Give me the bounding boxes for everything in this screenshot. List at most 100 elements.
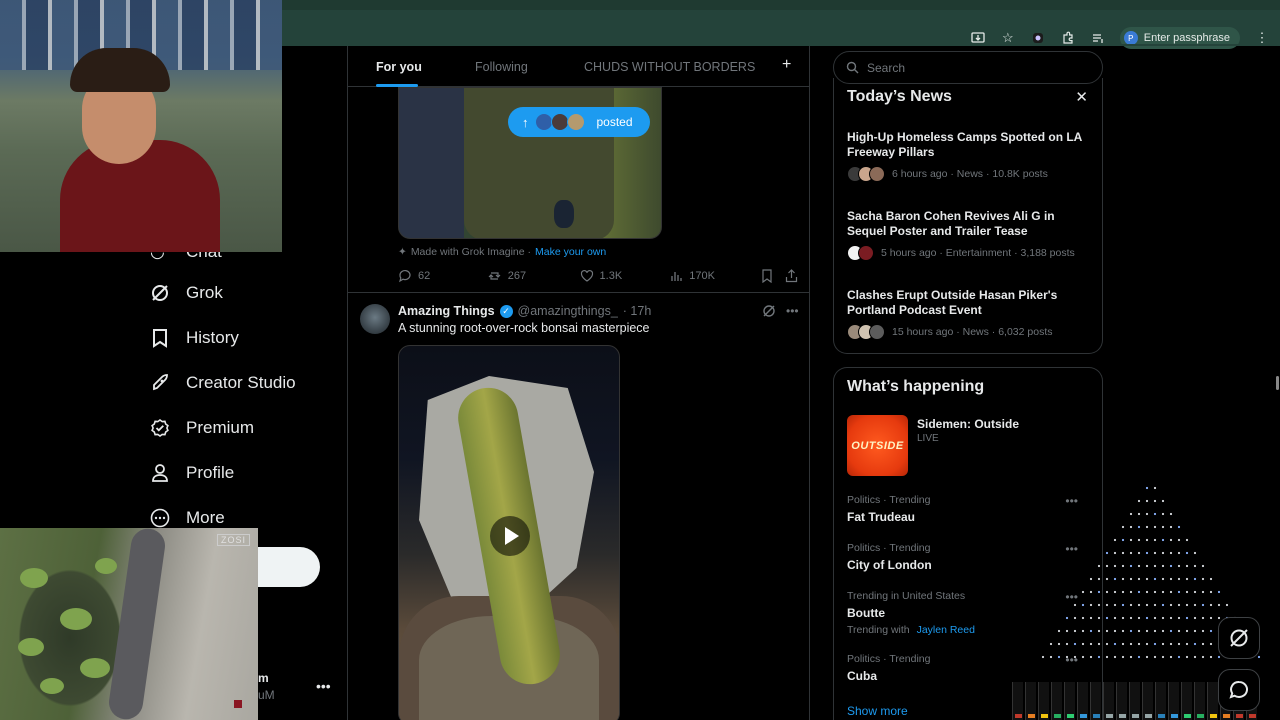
visualizer-dot bbox=[1081, 616, 1085, 620]
nav-item-profile[interactable]: Profile bbox=[150, 463, 234, 483]
visualizer-dot bbox=[1073, 616, 1077, 620]
news-title: Today’s News bbox=[847, 88, 952, 105]
visualizer-dot bbox=[1137, 616, 1141, 620]
new-posts-pill[interactable]: ↑ posted bbox=[508, 107, 650, 137]
meter-bar bbox=[1038, 682, 1049, 720]
visualizer-dot bbox=[1121, 564, 1125, 568]
show-more-link[interactable]: Show more bbox=[847, 704, 908, 718]
news-headline: Clashes Erupt Outside Hasan Piker's Port… bbox=[847, 288, 1058, 317]
trending-with-label: Trending with bbox=[847, 624, 910, 636]
visualizer-dot bbox=[1105, 655, 1109, 659]
bookmark-post-icon[interactable] bbox=[761, 268, 785, 284]
close-icon[interactable]: ✕ bbox=[1075, 88, 1088, 106]
visualizer-dot bbox=[1201, 642, 1205, 646]
reply-button[interactable]: 62 bbox=[398, 268, 488, 284]
nav-item-creator-studio[interactable]: Creator Studio bbox=[150, 373, 296, 393]
visualizer-dot bbox=[1113, 577, 1117, 581]
event-name[interactable]: Sidemen: Outside bbox=[917, 417, 1019, 431]
visualizer-dot bbox=[1121, 577, 1125, 581]
grok-icon[interactable] bbox=[762, 304, 776, 321]
account-name: m bbox=[258, 671, 269, 685]
visualizer-dot bbox=[1137, 525, 1141, 529]
nav-item-chat-partial[interactable]: ◡ Chat bbox=[150, 252, 230, 262]
visualizer-dot bbox=[1113, 616, 1117, 620]
visualizer-dot bbox=[1153, 577, 1157, 581]
messages-floating-button[interactable] bbox=[1218, 669, 1260, 711]
visualizer-dot bbox=[1145, 629, 1149, 633]
play-icon[interactable] bbox=[490, 516, 530, 556]
news-meta: 15 hours ago · News · 6,032 posts bbox=[892, 326, 1053, 338]
grok-icon bbox=[150, 283, 170, 303]
visualizer-dot bbox=[1161, 655, 1165, 659]
visualizer-dot bbox=[1041, 655, 1045, 659]
grok-floating-button[interactable] bbox=[1218, 617, 1260, 659]
visualizer-dot bbox=[1137, 551, 1141, 555]
share-icon[interactable] bbox=[785, 268, 798, 284]
profile-avatar: P bbox=[1123, 31, 1138, 45]
chat-bubble-icon bbox=[1229, 681, 1248, 699]
nav-item-more[interactable]: More bbox=[150, 508, 225, 528]
post-video[interactable] bbox=[398, 345, 620, 720]
visualizer-dot bbox=[1217, 590, 1221, 594]
visualizer-dot bbox=[1137, 603, 1141, 607]
visualizer-dot bbox=[1217, 603, 1221, 607]
visualizer-dot bbox=[1177, 551, 1181, 555]
repost-button[interactable]: 267 bbox=[488, 268, 580, 284]
news-item[interactable]: High-Up Homeless Camps Spotted on LA Fre… bbox=[847, 130, 1092, 182]
tab-for-you[interactable]: For you bbox=[376, 60, 422, 74]
add-tab-icon[interactable]: + bbox=[782, 56, 791, 74]
author-handle[interactable]: @amazingthings_ bbox=[518, 304, 618, 318]
news-item[interactable]: Clashes Erupt Outside Hasan Piker's Port… bbox=[847, 288, 1092, 340]
like-button[interactable]: 1.3K bbox=[580, 268, 670, 284]
nav-item-grok[interactable]: Grok bbox=[150, 283, 223, 303]
meter-bar bbox=[1207, 682, 1218, 720]
news-headline: Sacha Baron Cohen Revives Ali G in Seque… bbox=[847, 209, 1055, 238]
event-thumbnail[interactable]: OUTSIDE bbox=[847, 415, 908, 476]
visualizer-dot bbox=[1089, 642, 1093, 646]
post-more-icon[interactable]: ••• bbox=[786, 304, 799, 321]
nav-item-history[interactable]: History bbox=[150, 328, 239, 348]
person-icon bbox=[150, 463, 170, 483]
meter-bar bbox=[1064, 682, 1075, 720]
poster-avatar bbox=[550, 113, 569, 131]
more-circle-icon bbox=[150, 508, 170, 528]
visualizer-dot bbox=[1137, 499, 1141, 503]
news-item[interactable]: Sacha Baron Cohen Revives Ali G in Seque… bbox=[847, 209, 1092, 261]
make-your-own-link[interactable]: Make your own bbox=[535, 246, 606, 258]
camera-brand-logo: ZOSI bbox=[216, 534, 250, 546]
rocket-icon bbox=[150, 373, 170, 393]
visualizer-dot bbox=[1145, 564, 1149, 568]
visualizer-dot bbox=[1121, 551, 1125, 555]
visualizer-dot bbox=[1105, 616, 1109, 620]
visualizer-dot bbox=[1113, 551, 1117, 555]
trending-with-link[interactable]: Jaylen Reed bbox=[917, 624, 975, 636]
visualizer-dot bbox=[1097, 577, 1101, 581]
news-avatars bbox=[847, 324, 885, 340]
visualizer-dot bbox=[1193, 577, 1197, 581]
visualizer-dot bbox=[1201, 577, 1205, 581]
post-time[interactable]: · 17h bbox=[623, 304, 652, 318]
repost-icon bbox=[488, 272, 501, 280]
search-placeholder: Search bbox=[867, 60, 906, 75]
meter-bar bbox=[1155, 682, 1166, 720]
visualizer-dot bbox=[1105, 564, 1109, 568]
avatar[interactable] bbox=[360, 304, 390, 334]
visualizer-dot bbox=[1153, 590, 1157, 594]
visualizer-dot bbox=[1185, 551, 1189, 555]
visualizer-dot bbox=[1145, 590, 1149, 594]
account-menu-icon[interactable]: ••• bbox=[316, 678, 331, 694]
nav-item-premium[interactable]: Premium bbox=[150, 418, 254, 438]
visualizer-dot bbox=[1169, 616, 1173, 620]
visualizer-dot bbox=[1145, 603, 1149, 607]
visualizer-dot bbox=[1153, 486, 1157, 490]
author-name[interactable]: Amazing Things bbox=[398, 304, 495, 318]
visualizer-dot bbox=[1129, 538, 1133, 542]
browser-tabstrip bbox=[282, 0, 1280, 10]
happening-title: What’s happening bbox=[847, 378, 985, 395]
tab-chuds-without-borders[interactable]: CHUDS WITHOUT BORDERS bbox=[584, 60, 755, 74]
scrollbar-thumb[interactable] bbox=[1276, 376, 1279, 390]
tab-following[interactable]: Following bbox=[475, 60, 528, 74]
visualizer-dot bbox=[1201, 590, 1205, 594]
views-button[interactable]: 170K bbox=[669, 268, 761, 284]
visualizer-dot bbox=[1161, 499, 1165, 503]
